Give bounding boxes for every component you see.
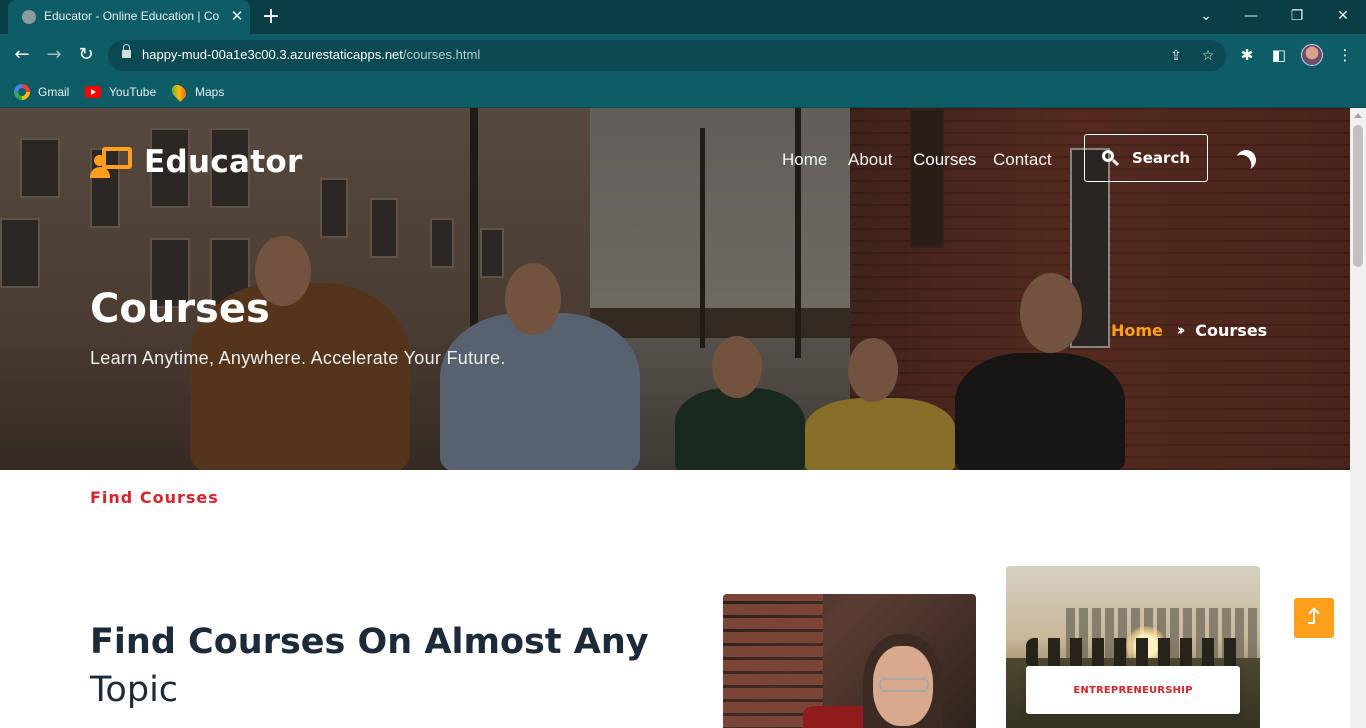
category-badge-label: ENTREPRENEURSHIP (1073, 684, 1193, 696)
nav-courses-label: Courses (913, 150, 977, 169)
course-card-image[interactable] (723, 594, 976, 728)
section-kicker: Find Courses (90, 488, 219, 507)
globe-icon (22, 10, 36, 24)
scroll-up-arrow-icon[interactable] (1354, 113, 1362, 118)
bookmark-youtube[interactable]: YouTube (85, 82, 156, 102)
bookmark-label: YouTube (109, 85, 157, 99)
url-text[interactable]: happy-mud-00a1e3c00.3.azurestaticapps.ne… (142, 47, 480, 62)
browser-tabbar: Educator - Online Education | Co ✕ + ⌄ —… (0, 0, 1366, 34)
share-icon[interactable]: ⇪ (1165, 45, 1187, 67)
new-tab-button[interactable]: + (258, 4, 284, 30)
extensions-icon[interactable]: ✱ (1236, 44, 1258, 66)
search-button[interactable]: Search (1084, 134, 1208, 182)
bookmark-label: Gmail (38, 85, 70, 99)
close-window-button[interactable]: ✕ (1325, 3, 1361, 29)
profile-avatar[interactable] (1301, 44, 1323, 66)
section-title-line2: Topic (90, 670, 179, 710)
nav-about[interactable]: About (848, 150, 892, 170)
bookmark-gmail[interactable]: Gmail (14, 82, 69, 102)
breadcrumb-home-link[interactable]: Home (1111, 321, 1163, 340)
back-to-top-button[interactable] (1294, 598, 1334, 638)
forward-button[interactable]: → (42, 43, 66, 67)
bookmark-label: Maps (195, 85, 225, 99)
nav-home-label: Home (782, 150, 828, 169)
site-logo[interactable]: Educator (90, 142, 303, 182)
section-title-line1: Find Courses On Almost Any (90, 622, 649, 662)
back-button[interactable]: ← (10, 43, 34, 67)
bookmarks-bar: Gmail YouTube Maps (0, 76, 1366, 108)
brand-name: Educator (144, 144, 303, 180)
lock-icon[interactable] (122, 44, 131, 59)
nav-home[interactable]: Home (782, 150, 827, 170)
browser-toolbar: ← → ↻ happy-mud-00a1e3c00.3.azurestatica… (0, 34, 1366, 76)
page-viewport: Educator Home About Courses Contact Sear… (0, 108, 1350, 728)
teacher-screen-icon (90, 145, 134, 179)
breadcrumb: Home ›› Courses (1111, 318, 1267, 342)
minimize-button[interactable]: — (1233, 3, 1269, 29)
bookmark-star-icon[interactable]: ☆ (1197, 45, 1219, 67)
category-badge[interactable]: ENTREPRENEURSHIP (1026, 666, 1240, 714)
tab-search-chevron-icon[interactable]: ⌄ (1188, 3, 1224, 29)
url-path: /courses.html (402, 47, 481, 62)
gmail-icon (14, 84, 30, 100)
youtube-icon (85, 86, 101, 98)
page-scrollbar[interactable] (1350, 108, 1366, 728)
scrollbar-thumb[interactable] (1353, 125, 1363, 267)
bookmark-maps[interactable]: Maps (169, 82, 225, 102)
section-title: Find Courses On Almost Any Topic (90, 618, 650, 714)
nav-about-label: About (848, 150, 893, 169)
url-host: happy-mud-00a1e3c00.3.azurestaticapps.ne… (142, 47, 403, 62)
page-subtitle: Learn Anytime, Anywhere. Accelerate Your… (90, 348, 506, 368)
search-icon (1101, 150, 1119, 167)
maps-icon (169, 82, 189, 102)
nav-courses[interactable]: Courses (913, 150, 976, 170)
page-title: Courses (90, 286, 270, 332)
double-chevron-right-icon: ›› (1176, 321, 1186, 339)
browser-tab[interactable]: Educator - Online Education | Co ✕ (8, 0, 250, 34)
address-bar[interactable]: happy-mud-00a1e3c00.3.azurestaticapps.ne… (108, 40, 1226, 71)
arrow-up-icon (1307, 607, 1321, 629)
nav-contact[interactable]: Contact (993, 150, 1052, 170)
nav-contact-label: Contact (993, 150, 1052, 169)
reload-button[interactable]: ↻ (74, 43, 98, 67)
tab-title: Educator - Online Education | Co (44, 9, 220, 23)
hero-banner: Educator Home About Courses Contact Sear… (0, 108, 1350, 470)
restore-button[interactable]: ❐ (1279, 3, 1315, 29)
breadcrumb-current: Courses (1195, 320, 1268, 340)
menu-kebab-icon[interactable]: ⋮ (1334, 44, 1356, 66)
side-panel-icon[interactable]: ◧ (1268, 44, 1290, 66)
search-label: Search (1131, 149, 1191, 167)
close-tab-icon[interactable]: ✕ (226, 5, 248, 27)
